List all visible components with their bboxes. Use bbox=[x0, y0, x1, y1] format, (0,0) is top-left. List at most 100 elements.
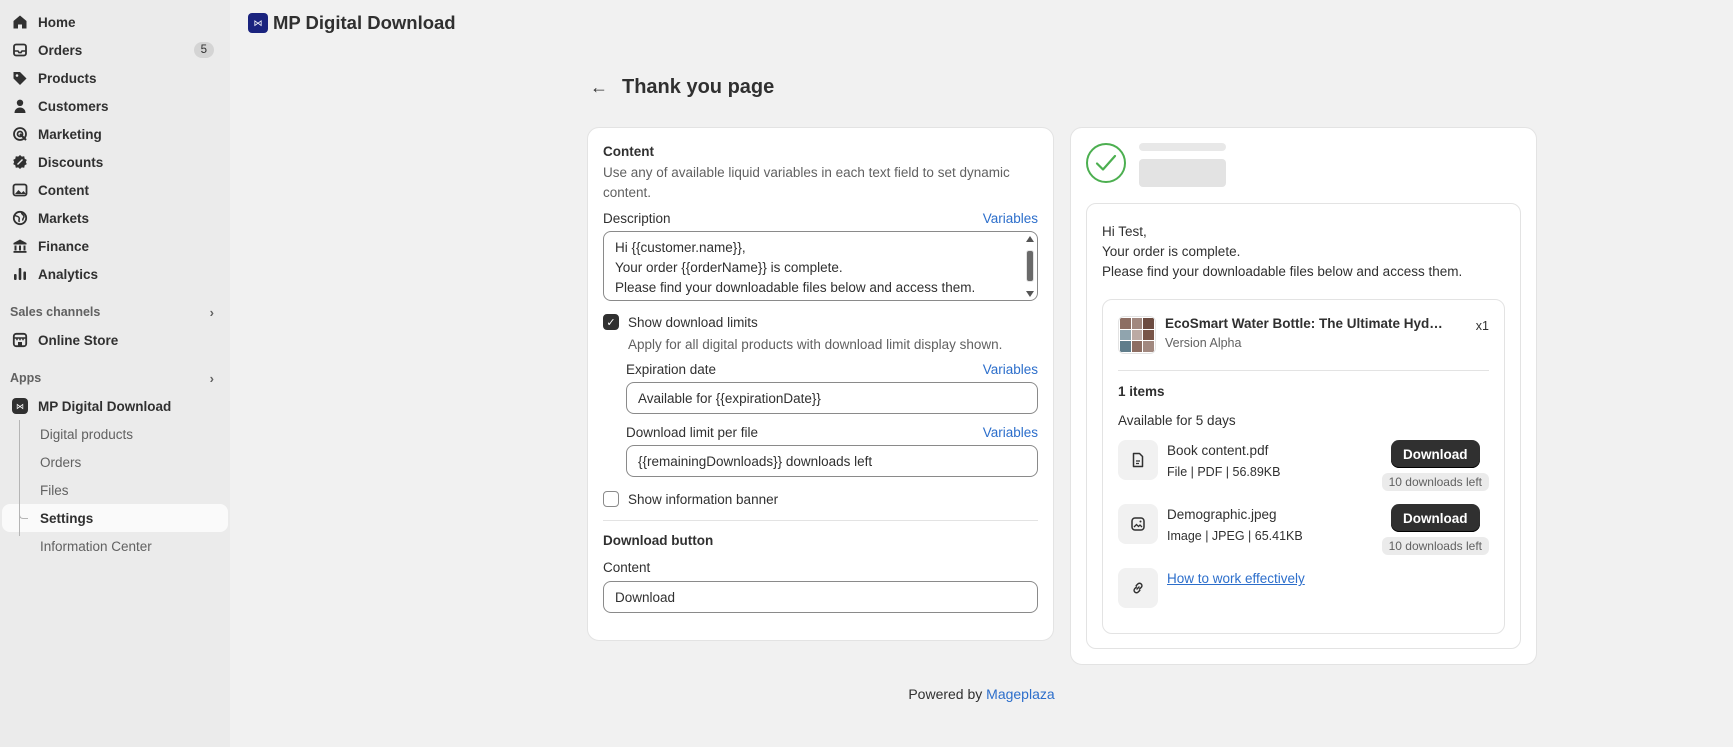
nav-label: Content bbox=[38, 182, 89, 198]
thank-you-preview-card: Hi Test, Your order is complete. Please … bbox=[1070, 127, 1537, 665]
resource-link[interactable]: How to work effectively bbox=[1167, 571, 1305, 586]
download-column: Download 10 downloads left bbox=[1381, 504, 1489, 555]
show-info-banner-label: Show information banner bbox=[628, 491, 779, 507]
sidebar: Home Orders 5 Products Customers Marketi… bbox=[0, 0, 230, 747]
limit-input[interactable]: {{remainingDownloads}} downloads left bbox=[626, 445, 1038, 477]
expiration-label-row: Expiration date Variables bbox=[626, 362, 1038, 377]
home-icon bbox=[12, 14, 28, 30]
nav-content[interactable]: Content bbox=[2, 176, 228, 204]
app-title: MP Digital Download bbox=[273, 12, 456, 33]
checkmark-circle-icon bbox=[1086, 143, 1126, 183]
nav-analytics[interactable]: Analytics bbox=[2, 260, 228, 288]
nav-label: Customers bbox=[38, 98, 109, 114]
nav-customers[interactable]: Customers bbox=[2, 92, 228, 120]
nav-label: MP Digital Download bbox=[38, 398, 172, 414]
globe-icon bbox=[12, 210, 28, 226]
nav-markets[interactable]: Markets bbox=[2, 204, 228, 232]
powered-by-text: Powered by bbox=[908, 686, 983, 702]
file-icon bbox=[1118, 440, 1158, 480]
sales-channels-label: Sales channels bbox=[10, 305, 101, 319]
nav-marketing[interactable]: Marketing bbox=[2, 120, 228, 148]
content-heading: Content bbox=[603, 144, 654, 159]
orders-count-badge: 5 bbox=[193, 42, 214, 58]
button-content-input[interactable]: Download bbox=[603, 581, 1038, 613]
download-button[interactable]: Download bbox=[1391, 440, 1480, 468]
product-variant: Version Alpha bbox=[1165, 336, 1242, 350]
sub-nav-digital-products[interactable]: Digital products bbox=[2, 420, 228, 448]
page-title: Thank you page bbox=[622, 76, 775, 98]
nav-finance[interactable]: Finance bbox=[2, 232, 228, 260]
description-textarea[interactable]: Hi {{customer.name}}, Your order {{order… bbox=[603, 231, 1038, 301]
nav-orders[interactable]: Orders 5 bbox=[2, 36, 228, 64]
page-header: ← Thank you page bbox=[590, 76, 774, 99]
download-button[interactable]: Download bbox=[1391, 504, 1480, 532]
nav-products[interactable]: Products bbox=[2, 64, 228, 92]
mageplaza-link[interactable]: Mageplaza bbox=[986, 686, 1055, 702]
app-logo-icon: ⋈ bbox=[12, 398, 28, 414]
file-info: Demographic.jpeg Image | JPEG | 65.41KB bbox=[1167, 504, 1303, 543]
sales-channels-header[interactable]: Sales channels › bbox=[0, 298, 230, 326]
sub-nav-files[interactable]: Files bbox=[2, 476, 228, 504]
link-row: How to work effectively bbox=[1118, 568, 1489, 624]
divider bbox=[1118, 370, 1489, 371]
nav-label: Online Store bbox=[38, 332, 119, 348]
nav-label: Finance bbox=[38, 238, 90, 254]
nav-home[interactable]: Home bbox=[2, 8, 228, 36]
file-meta: Image | JPEG | 65.41KB bbox=[1167, 529, 1303, 543]
description-label-row: Description Variables bbox=[603, 211, 1038, 226]
image-file-icon bbox=[1118, 504, 1158, 544]
greeting-line: Please find your downloadable files belo… bbox=[1102, 264, 1463, 279]
limit-variables-link[interactable]: Variables bbox=[983, 425, 1038, 440]
nav-app-mp-digital-download[interactable]: ⋈ MP Digital Download bbox=[2, 392, 228, 420]
file-name: Demographic.jpeg bbox=[1167, 507, 1277, 522]
sub-nav-orders[interactable]: Orders bbox=[2, 448, 228, 476]
chart-bar-icon bbox=[12, 266, 28, 282]
tree-line bbox=[19, 420, 20, 536]
product-quantity: x1 bbox=[1475, 319, 1489, 333]
app-logo-icon: ⋈ bbox=[248, 13, 268, 33]
inbox-icon bbox=[12, 42, 28, 58]
scroll-thumb[interactable] bbox=[1026, 250, 1034, 282]
description-line: Your order {{orderName}} is complete. bbox=[615, 260, 843, 275]
show-download-limits-checkbox[interactable]: ✓ bbox=[603, 314, 619, 330]
limit-label-row: Download limit per file Variables bbox=[626, 425, 1038, 440]
nav-label: Home bbox=[38, 14, 76, 30]
product-thumbnail bbox=[1118, 316, 1156, 354]
nav-label: Orders bbox=[38, 42, 83, 58]
download-button-heading: Download button bbox=[603, 533, 714, 548]
nav-discounts[interactable]: Discounts bbox=[2, 148, 228, 176]
back-arrow-icon[interactable]: ← bbox=[590, 77, 608, 98]
link-icon bbox=[1118, 568, 1158, 608]
nav-online-store[interactable]: Online Store bbox=[2, 326, 228, 354]
scroll-up-arrow-icon[interactable] bbox=[1026, 236, 1034, 242]
file-name: Book content.pdf bbox=[1167, 443, 1269, 458]
order-items-box: EcoSmart Water Bottle: The Ultimate Hydr… bbox=[1102, 299, 1505, 634]
expiration-input[interactable]: Available for {{expirationDate}} bbox=[626, 382, 1038, 414]
chevron-right-icon[interactable]: › bbox=[210, 371, 214, 386]
file-meta: File | PDF | 56.89KB bbox=[1167, 465, 1281, 479]
chevron-right-icon[interactable]: › bbox=[210, 305, 214, 320]
nav-label: Discounts bbox=[38, 154, 104, 170]
textarea-scrollbar[interactable] bbox=[1025, 235, 1035, 297]
discount-icon bbox=[12, 154, 28, 170]
skeleton-line bbox=[1139, 143, 1226, 151]
description-line: Please find your downloadable files belo… bbox=[615, 280, 976, 295]
description-variables-link[interactable]: Variables bbox=[983, 211, 1038, 226]
person-icon bbox=[12, 98, 28, 114]
sub-nav-information-center[interactable]: Information Center bbox=[2, 532, 228, 560]
expiration-variables-link[interactable]: Variables bbox=[983, 362, 1038, 377]
image-icon bbox=[12, 182, 28, 198]
downloads-left-badge: 10 downloads left bbox=[1381, 537, 1489, 555]
app-sub-nav: Digital products Orders Files Settings I… bbox=[0, 420, 230, 560]
sub-nav-settings[interactable]: Settings bbox=[2, 504, 228, 532]
file-row: Book content.pdf File | PDF | 56.89KB Do… bbox=[1118, 440, 1489, 496]
apps-header[interactable]: Apps › bbox=[0, 364, 230, 392]
apps-label: Apps bbox=[10, 371, 42, 385]
description-label: Description bbox=[603, 211, 671, 226]
show-info-banner-checkbox[interactable] bbox=[603, 491, 619, 507]
footer: Powered by Mageplaza bbox=[0, 686, 1733, 702]
scroll-down-arrow-icon[interactable] bbox=[1026, 291, 1034, 297]
app-header: ⋈ MP Digital Download bbox=[248, 12, 456, 34]
preview-message-box: Hi Test, Your order is complete. Please … bbox=[1086, 203, 1521, 649]
button-content-label: Content bbox=[603, 560, 651, 575]
